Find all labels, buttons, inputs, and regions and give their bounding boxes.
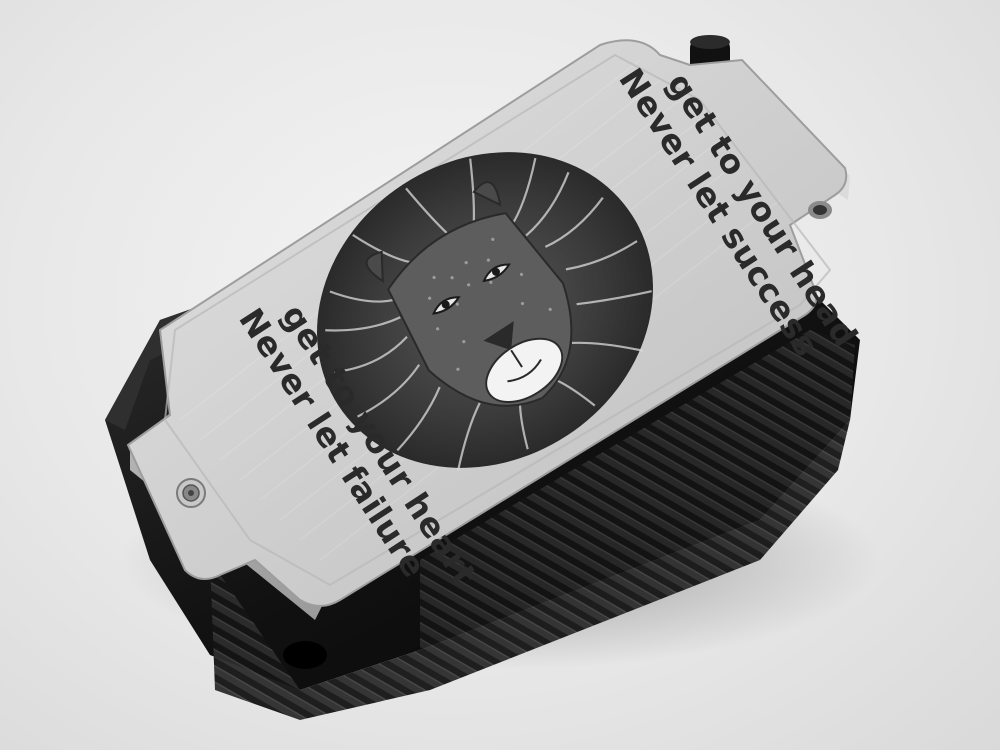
case-hole — [283, 641, 327, 669]
screw-icon — [176, 478, 206, 508]
photo-canvas: Never let success get to your head Never… — [105, 35, 880, 720]
product-photo: Never let success get to your head Never… — [0, 0, 1000, 750]
tab-hole-icon — [808, 201, 832, 219]
